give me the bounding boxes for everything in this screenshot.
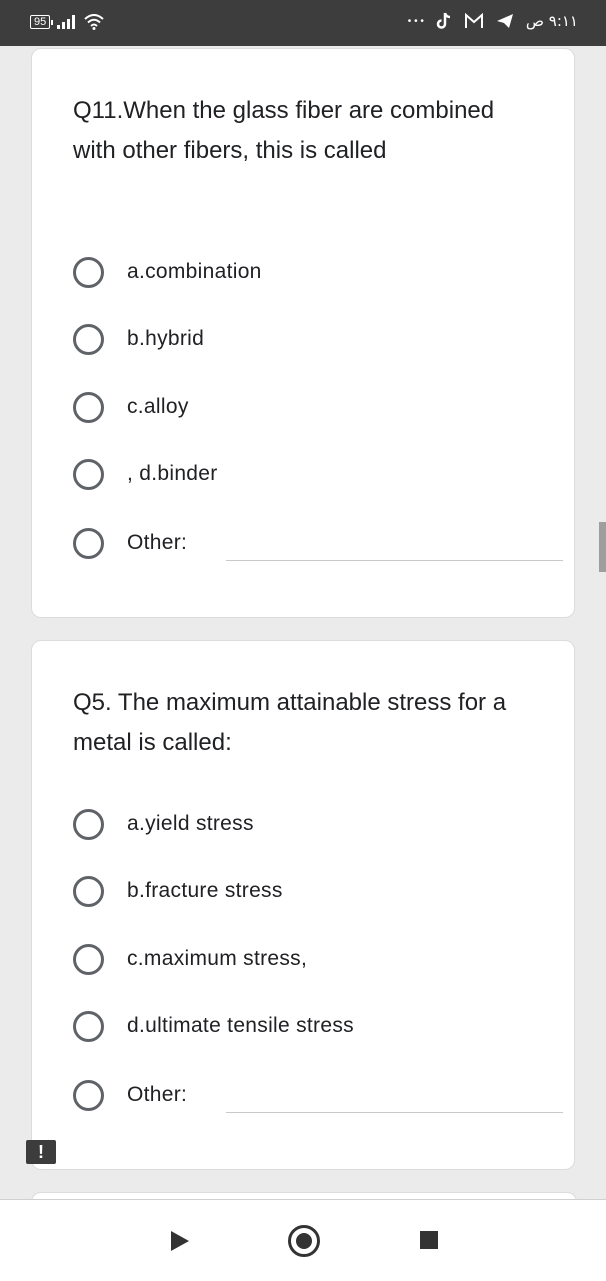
status-bar: 95 • • • ٩:١١ ص [0, 0, 606, 46]
radio-button[interactable] [73, 323, 104, 355]
option-label: Other: [127, 531, 188, 554]
question-card-q5: Q5. The maximum attainable stress for a … [31, 640, 575, 1170]
navigation-bar [0, 1199, 606, 1281]
option-label: , d.binder [127, 462, 218, 485]
option-label: b.hybrid [127, 327, 205, 350]
radio-button[interactable] [73, 875, 104, 907]
question-title: Q5. The maximum attainable stress for a … [73, 689, 507, 756]
option-label: a.combination [127, 260, 262, 283]
status-left: 95 [30, 14, 104, 30]
signal-icon [57, 15, 76, 29]
option-c-maximum-stress[interactable]: c.maximum stress, [73, 939, 543, 979]
option-d-ultimate-tensile-stress[interactable]: d.ultimate tensile stress [73, 1006, 543, 1046]
radio-button[interactable] [73, 256, 104, 288]
radio-button[interactable] [73, 458, 104, 490]
radio-button[interactable] [73, 808, 104, 840]
radio-button[interactable] [73, 527, 104, 559]
option-other[interactable]: Other: [73, 1075, 543, 1115]
scrollbar-thumb[interactable] [599, 522, 606, 572]
option-d-binder[interactable]: , d.binder [73, 454, 543, 494]
back-icon[interactable] [171, 1231, 189, 1251]
recent-apps-icon[interactable] [420, 1231, 438, 1249]
option-b-fracture-stress[interactable]: b.fracture stress [73, 871, 543, 911]
option-label: b.fracture stress [127, 879, 283, 902]
radio-button[interactable] [73, 1010, 104, 1042]
option-b-hybrid[interactable]: b.hybrid [73, 319, 543, 359]
option-a-combination[interactable]: a.combination [73, 252, 543, 292]
status-right: • • • ٩:١١ ص [408, 12, 578, 30]
overflow-dots: • • • [407, 15, 424, 27]
radio-button[interactable] [73, 1079, 104, 1111]
option-label: Other: [127, 1083, 188, 1106]
option-label: c.alloy [127, 395, 189, 418]
tiktok-icon [436, 12, 450, 29]
question-card-q11: Q11.When the glass fiber are combined wi… [31, 48, 575, 618]
option-label: c.maximum stress, [127, 947, 308, 970]
other-text-input[interactable] [226, 1112, 563, 1113]
radio-button[interactable] [73, 943, 104, 975]
radio-button[interactable] [73, 391, 104, 423]
wifi-icon [84, 14, 104, 30]
clock: ٩:١١ ص [525, 12, 578, 30]
telegram-icon [496, 14, 513, 28]
battery-icon: 95 [30, 15, 54, 29]
home-icon[interactable] [288, 1225, 320, 1257]
option-other[interactable]: Other: [73, 523, 543, 563]
option-c-alloy[interactable]: c.alloy [73, 387, 543, 427]
question-title: Q11.When the glass fiber are combined wi… [73, 97, 495, 164]
option-label: a.yield stress [127, 812, 254, 835]
warning-icon[interactable]: ! [26, 1140, 56, 1164]
gmail-icon [464, 13, 483, 28]
option-a-yield-stress[interactable]: a.yield stress [73, 804, 543, 844]
other-text-input[interactable] [226, 560, 563, 561]
option-label: d.ultimate tensile stress [127, 1014, 354, 1037]
